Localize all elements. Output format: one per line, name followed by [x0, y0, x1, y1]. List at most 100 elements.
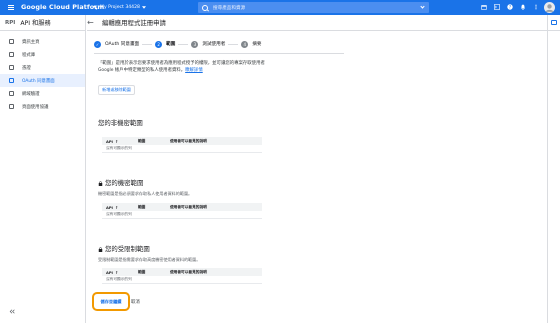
step-summary[interactable]: 4 摘要: [241, 40, 262, 48]
sensitive-scopes-section: 您的機密範圍 機密範圍是指必須要求存取私人使用者資料的範圍。: [94, 178, 192, 197]
expand-search-icon[interactable]: [420, 4, 425, 9]
lock-icon: [98, 181, 103, 186]
step-label: OAuth 同意畫面: [105, 42, 140, 47]
sensitive-scopes-table: API ↑ 範圍 使用者可以看見的說明 沒有可顯示的列: [102, 203, 262, 219]
sort-arrow-icon: ↑: [114, 138, 119, 144]
help-icon[interactable]: ?: [507, 4, 513, 10]
sidebar-item-label: 頁面使用協議: [22, 104, 49, 110]
api-logo: RPI: [5, 19, 16, 26]
api-column-header[interactable]: API ↑: [102, 270, 138, 275]
learn-more-link[interactable]: 瞭解詳情: [185, 68, 203, 73]
table-header: API ↑ 範圍 使用者可以看見的說明: [102, 137, 262, 145]
step-number: 2: [155, 40, 163, 48]
cloud-shell-icon[interactable]: [494, 4, 500, 10]
step-connector: [228, 43, 239, 45]
save-button-label: 儲存並繼續: [100, 298, 122, 304]
consent-icon: [9, 78, 14, 83]
step-label: 摘要: [252, 42, 262, 47]
avatar[interactable]: [544, 2, 555, 13]
collapse-sidebar-button[interactable]: [9, 309, 15, 316]
panel-toggle-icon[interactable]: [551, 20, 557, 25]
chevron-down-icon: [141, 6, 146, 9]
save-and-continue-button[interactable]: 儲存並繼續: [92, 292, 130, 311]
sidebar-item-dashboard[interactable]: 資訊主頁: [0, 35, 85, 48]
sidebar-item-domain-verification[interactable]: 網域驗證: [0, 87, 85, 100]
step-label: 測試使用者: [202, 42, 226, 47]
restricted-scopes-section: 您的受限制範圍 受限制範圍是指需要求存取高度機密使用者資料的範圍。: [94, 244, 200, 263]
step-connector: [178, 43, 189, 45]
section-title: 您的機密範圍: [105, 179, 144, 187]
sidebar-item-library[interactable]: 程式庫: [0, 48, 85, 61]
scope-column-header: 範圍: [138, 138, 146, 143]
page-header: ← 編輯應用程式註冊申請: [87, 15, 560, 31]
settings-list-icon: [9, 104, 14, 109]
sidebar-item-label: 憑證: [22, 65, 31, 71]
sort-arrow-icon: ↑: [114, 269, 119, 275]
key-icon: [9, 65, 14, 70]
step-scopes[interactable]: 2 範圍: [155, 40, 176, 48]
section-title: 您的非機密範圍: [98, 119, 143, 127]
non-sensitive-scopes-table: API ↑ 範圍 使用者可以看見的說明 沒有可顯示的列: [102, 137, 262, 153]
column-label: API: [106, 205, 113, 210]
sidebar-title: API 和服務: [20, 20, 51, 27]
product-name[interactable]: Google Cloud Platform: [21, 3, 104, 11]
sidebar: RPI API 和服務 資訊主頁 程式庫 憑證 OAuth 同意畫面 網域驗證 …: [0, 15, 86, 323]
main-menu-button[interactable]: [7, 4, 15, 11]
sidebar-item-page-usage[interactable]: 頁面使用協議: [0, 100, 85, 113]
checkbox-icon: [9, 91, 14, 96]
step-number: 3: [191, 40, 199, 48]
notifications-icon[interactable]: [520, 4, 526, 10]
page-title: 編輯應用程式註冊申請: [102, 19, 166, 27]
step-connector: [142, 43, 153, 45]
scopes-intro: 「範圍」是用於表示您要求使用者為應用程式授予的權限，並可讓您的專案存取使用者 G…: [98, 60, 266, 74]
step-test-users[interactable]: 3 測試使用者: [191, 40, 226, 48]
sidebar-item-oauth-consent[interactable]: OAuth 同意畫面: [0, 74, 85, 87]
scope-column-header: 範圍: [138, 269, 146, 274]
stepper: ✓ OAuth 同意畫面 2 範圍 3 測試使用者 4 摘要: [94, 38, 366, 50]
collapse-icon: [9, 309, 15, 314]
table-header: API ↑ 範圍 使用者可以看見的說明: [102, 268, 262, 276]
sidebar-item-label: 網域驗證: [22, 91, 40, 97]
section-heading: 您的受限制範圍: [94, 244, 200, 253]
section-title: 您的受限制範圍: [105, 245, 150, 253]
section-heading: 您的機密範圍: [94, 178, 192, 187]
project-selector[interactable]: My Project 34428: [93, 3, 146, 12]
project-icon: [93, 5, 98, 10]
library-icon: [9, 52, 14, 57]
empty-table-row: 沒有可顯示的列: [102, 211, 262, 219]
sidebar-item-label: OAuth 同意畫面: [22, 78, 55, 84]
sidebar-item-label: 資訊主頁: [22, 39, 40, 45]
section-description: 機密範圍是指必須要求存取私人使用者資料的範圍。: [98, 191, 193, 196]
section-description: 受限制範圍是指需要求存取高度機密使用者資料的範圍。: [98, 257, 201, 262]
search-input[interactable]: 搜尋產品和資源: [198, 2, 429, 13]
add-remove-scopes-button[interactable]: 新增或移除範圍: [98, 85, 135, 95]
cancel-button[interactable]: 取消: [131, 299, 140, 305]
gift-icon[interactable]: [481, 4, 487, 10]
step-label: 範圍: [166, 42, 176, 47]
search-icon: [202, 4, 208, 11]
lock-icon: [98, 247, 103, 252]
empty-table-row: 沒有可顯示的列: [102, 145, 262, 153]
column-label: API: [106, 270, 113, 275]
hamburger-icon: [8, 5, 14, 10]
scope-column-header: 範圍: [138, 204, 146, 209]
step-oauth-consent[interactable]: ✓ OAuth 同意畫面: [94, 40, 140, 48]
api-column-header[interactable]: API ↑: [102, 139, 138, 144]
back-button[interactable]: ←: [87, 18, 95, 27]
sidebar-item-credentials[interactable]: 憑證: [0, 61, 85, 74]
desc-column-header: 使用者可以看見的說明: [170, 138, 207, 143]
non-sensitive-scopes-section: 您的非機密範圍: [94, 118, 143, 127]
search-placeholder: 搜尋產品和資源: [213, 5, 246, 11]
restricted-scopes-table: API ↑ 範圍 使用者可以看見的說明 沒有可顯示的列: [102, 268, 262, 284]
dashboard-icon: [9, 39, 14, 44]
desc-column-header: 使用者可以看見的說明: [170, 269, 207, 274]
empty-table-row: 沒有可顯示的列: [102, 276, 262, 284]
column-label: API: [106, 139, 113, 144]
right-panel-rail: [547, 15, 560, 323]
project-name: My Project 34428: [100, 5, 140, 10]
divider: [94, 53, 344, 54]
sidebar-header: RPI API 和服務: [0, 15, 85, 31]
step-number: 4: [241, 40, 249, 48]
api-column-header[interactable]: API ↑: [102, 205, 138, 210]
more-vert-icon[interactable]: [533, 4, 539, 10]
